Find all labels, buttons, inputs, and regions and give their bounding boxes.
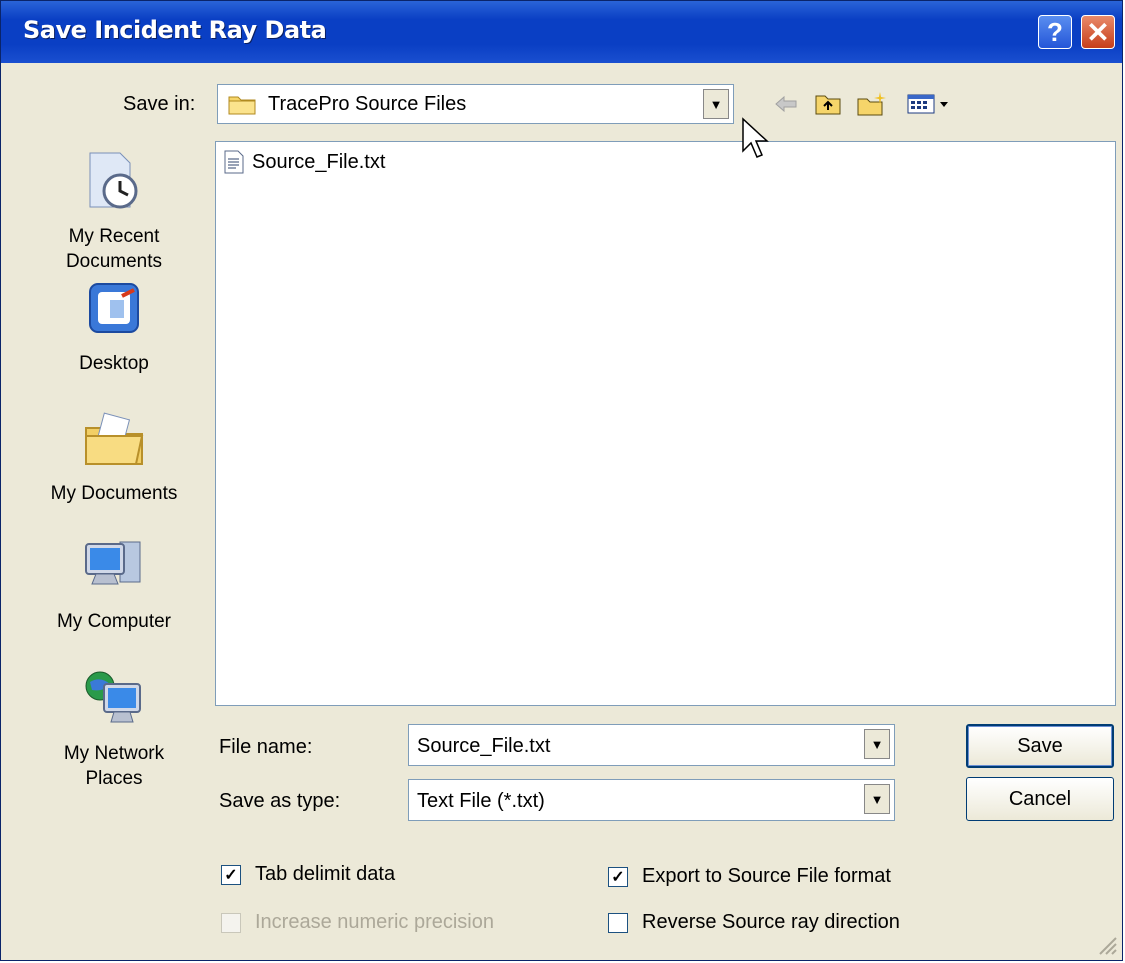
save-in-label: Save in: bbox=[123, 93, 196, 115]
place-label: My Documents bbox=[50, 483, 178, 504]
close-button[interactable]: ✕ bbox=[1081, 15, 1115, 49]
file-list[interactable]: Source_File.txt bbox=[215, 141, 1116, 706]
place-my-computer[interactable]: My Computer bbox=[37, 534, 191, 634]
help-button[interactable]: ? bbox=[1038, 15, 1072, 49]
checkbox-box[interactable]: ✓ bbox=[221, 864, 241, 885]
place-label: My Network Places bbox=[63, 743, 165, 789]
file-name-value: Source_File.txt bbox=[417, 735, 551, 757]
save-dialog: Save Incident Ray Data ? ✕ Save in: Trac… bbox=[0, 0, 1123, 961]
file-item[interactable]: Source_File.txt bbox=[224, 150, 385, 174]
save-as-type-value: Text File (*.txt) bbox=[417, 790, 545, 812]
up-one-level-icon bbox=[815, 95, 841, 115]
file-name-dropdown-arrow[interactable]: ▼ bbox=[864, 729, 890, 759]
save-as-type-label: Save as type: bbox=[219, 790, 341, 812]
chevron-down-icon: ▼ bbox=[870, 791, 884, 807]
save-in-dropdown-arrow[interactable]: ▼ bbox=[703, 89, 729, 119]
checkbox-label: Reverse Source ray direction bbox=[642, 911, 900, 933]
resize-grip-icon[interactable] bbox=[1096, 934, 1118, 956]
my-documents-icon bbox=[85, 412, 144, 465]
chevron-down-icon: ▼ bbox=[709, 96, 723, 112]
title-bar[interactable]: Save Incident Ray Data ? ✕ bbox=[1, 1, 1122, 63]
checkbox-label: Increase numeric precision bbox=[255, 911, 494, 933]
place-my-documents[interactable]: My Documents bbox=[37, 406, 191, 506]
place-network-places[interactable]: My Network Places bbox=[37, 666, 191, 791]
save-as-type-dropdown[interactable]: Text File (*.txt) ▼ bbox=[408, 779, 895, 821]
checkbox-box bbox=[221, 912, 241, 933]
help-icon: ? bbox=[1047, 16, 1063, 47]
view-menu-button[interactable] bbox=[904, 91, 956, 117]
increase-precision-checkbox: Increase numeric precision bbox=[221, 911, 494, 934]
place-desktop[interactable]: Desktop bbox=[37, 276, 191, 376]
chevron-down-icon: ▼ bbox=[870, 736, 884, 752]
create-new-folder-icon bbox=[857, 92, 886, 116]
file-name: Source_File.txt bbox=[252, 150, 386, 173]
folder-icon bbox=[228, 96, 256, 115]
text-file-icon bbox=[224, 150, 244, 174]
file-name-input[interactable]: Source_File.txt ▼ bbox=[408, 724, 895, 766]
checkbox-label: Tab delimit data bbox=[255, 863, 396, 885]
desktop-icon bbox=[89, 283, 139, 333]
place-label: My Recent Documents bbox=[65, 226, 163, 272]
checkbox-box[interactable]: ✓ bbox=[608, 866, 628, 887]
export-source-format-checkbox[interactable]: ✓ Export to Source File format bbox=[608, 865, 891, 888]
save-as-type-dropdown-arrow[interactable]: ▼ bbox=[864, 784, 890, 814]
network-places-icon bbox=[85, 671, 141, 723]
file-name-label: File name: bbox=[219, 736, 313, 758]
back-button[interactable] bbox=[773, 91, 799, 117]
save-in-value: TracePro Source Files bbox=[268, 93, 467, 115]
my-computer-icon bbox=[85, 541, 141, 585]
place-label: Desktop bbox=[79, 353, 149, 374]
checkbox-box[interactable] bbox=[608, 912, 628, 933]
view-menu-icon bbox=[907, 94, 948, 114]
back-arrow-icon bbox=[775, 95, 797, 113]
up-one-level-button[interactable] bbox=[813, 91, 843, 117]
reverse-ray-direction-checkbox[interactable]: Reverse Source ray direction bbox=[608, 911, 900, 934]
dialog-title: Save Incident Ray Data bbox=[23, 16, 327, 44]
save-in-dropdown[interactable]: TracePro Source Files ▼ bbox=[217, 84, 734, 124]
place-label: My Computer bbox=[56, 611, 172, 632]
place-recent-documents[interactable]: My Recent Documents bbox=[37, 149, 191, 274]
close-icon: ✕ bbox=[1086, 16, 1110, 48]
tab-delimit-checkbox[interactable]: ✓ Tab delimit data bbox=[221, 863, 395, 886]
save-button[interactable]: Save bbox=[966, 724, 1114, 768]
new-folder-button[interactable] bbox=[856, 91, 888, 117]
recent-documents-icon bbox=[89, 152, 138, 209]
mouse-cursor-icon bbox=[742, 117, 769, 158]
cancel-button[interactable]: Cancel bbox=[966, 777, 1114, 821]
checkbox-label: Export to Source File format bbox=[642, 865, 891, 887]
